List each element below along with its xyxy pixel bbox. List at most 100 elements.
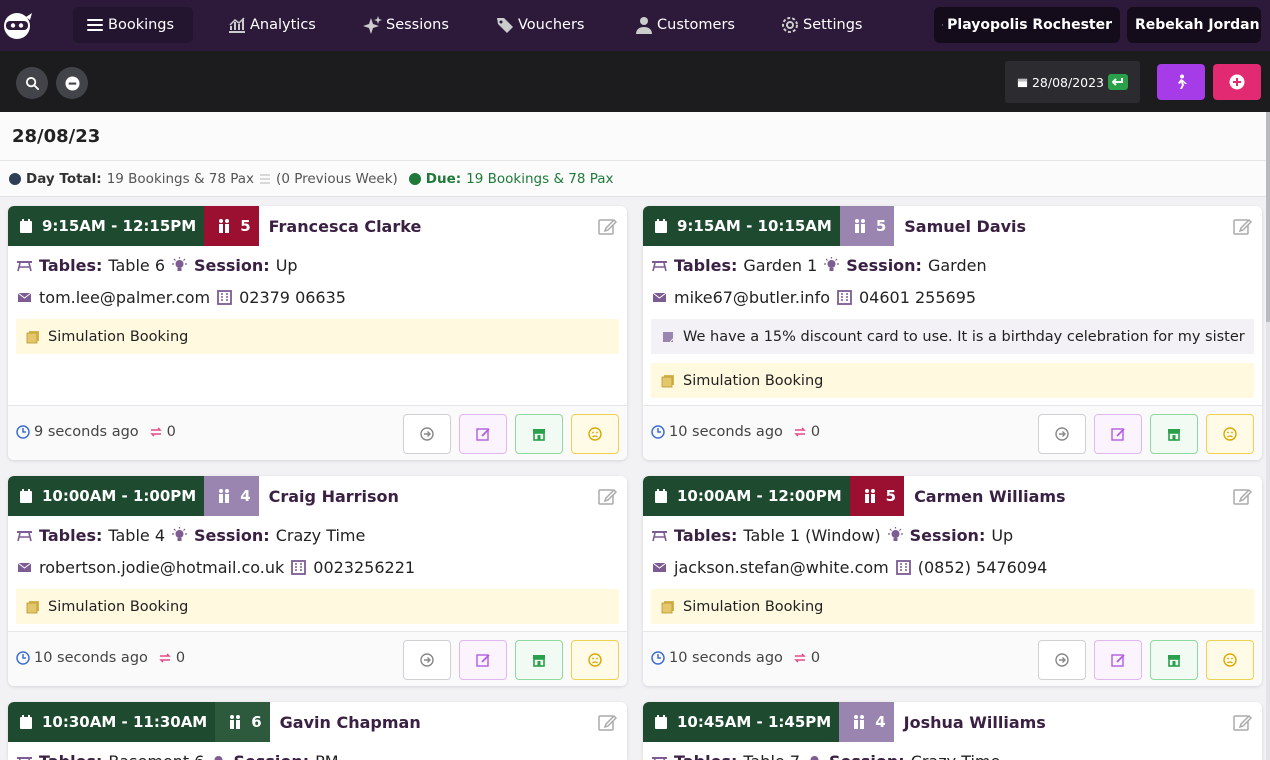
nav-analytics[interactable]: Analytics	[215, 7, 328, 43]
booking-note-text: Simulation Booking	[683, 598, 824, 615]
session-value: Up	[275, 256, 298, 275]
toolbar: 28/08/2023	[0, 51, 1270, 112]
booking-card[interactable]: 9:15AM - 10:15AM 5 Samuel Davis Tables: …	[643, 206, 1262, 460]
store-icon	[533, 655, 545, 667]
edit-icon[interactable]	[597, 216, 617, 236]
session-value: PM	[315, 752, 338, 760]
search-button[interactable]	[16, 67, 48, 99]
scrollbar-thumb[interactable]	[1266, 112, 1270, 322]
tables-label: Tables:	[674, 256, 738, 275]
booking-pax: 6	[215, 702, 270, 742]
venue-selector[interactable]: Playopolis Rochester	[934, 7, 1120, 43]
customer-email[interactable]: jackson.stefan@white.com	[674, 558, 889, 577]
edit-booking-button[interactable]	[459, 414, 507, 454]
customer-phone[interactable]: (0852) 5476094	[918, 558, 1048, 577]
tables-value: Garden 1	[743, 256, 818, 275]
calendar-icon	[655, 219, 667, 233]
nav-bookings-label: Bookings	[108, 17, 175, 33]
booking-card[interactable]: 9:15AM - 12:15PM 5 Francesca Clarke Tabl…	[8, 206, 627, 460]
booking-age: 10 seconds ago 0	[16, 650, 185, 666]
edit-icon[interactable]	[1232, 216, 1252, 236]
booking-card[interactable]: 10:30AM - 11:30AM 6 Gavin Chapman Tables…	[8, 702, 627, 760]
edit-booking-button[interactable]	[1094, 640, 1142, 680]
edit-booking-button[interactable]	[459, 640, 507, 680]
edit-icon[interactable]	[597, 712, 617, 732]
booking-time-text: 10:00AM - 1:00PM	[42, 487, 197, 505]
tables-value: Basement 6	[108, 752, 204, 760]
calendar-icon	[1017, 78, 1028, 87]
booking-note: Simulation Booking	[651, 363, 1254, 398]
booking-card[interactable]: 10:00AM - 1:00PM 4 Craig Harrison Tables…	[8, 476, 627, 686]
date-picker[interactable]: 28/08/2023	[1005, 61, 1140, 103]
nav-sessions[interactable]: Sessions	[351, 7, 461, 43]
due-value: 19 Bookings & 78 Pax	[466, 170, 614, 187]
arrive-button[interactable]	[1038, 640, 1086, 680]
edit-icon[interactable]	[1232, 712, 1252, 732]
repeat-count: 0	[810, 650, 821, 666]
booking-pax-count: 5	[240, 217, 251, 235]
edit-icon[interactable]	[597, 486, 617, 506]
session-value: Crazy Time	[911, 752, 1001, 760]
booking-time: 10:00AM - 12:00PM	[643, 476, 850, 516]
booking-age-text: 10 seconds ago	[34, 650, 148, 666]
edit-booking-button[interactable]	[1094, 414, 1142, 454]
search-icon	[25, 76, 39, 90]
booking-age-text: 10 seconds ago	[669, 424, 783, 440]
customer-phone[interactable]: 0023256221	[313, 558, 415, 577]
nav-bookings[interactable]: Bookings	[73, 7, 193, 43]
booking-header: 9:15AM - 12:15PM 5 Francesca Clarke	[8, 206, 421, 246]
walk-in-button[interactable]	[1157, 64, 1205, 100]
customer-name: Joshua Williams	[903, 712, 1046, 732]
booking-pax: 4	[204, 476, 259, 516]
arrive-button[interactable]	[1038, 414, 1086, 454]
note-icon	[661, 600, 674, 613]
table-assign-button[interactable]	[1150, 640, 1198, 680]
repeat-icon	[794, 653, 806, 663]
table-icon	[17, 261, 32, 272]
mood-button[interactable]	[1206, 414, 1254, 454]
customer-phone[interactable]: 02379 06635	[239, 288, 346, 307]
envelope-icon	[17, 562, 32, 572]
table-assign-button[interactable]	[1150, 414, 1198, 454]
user-menu[interactable]: Rebekah Jordan	[1127, 7, 1261, 43]
booking-tables-row: Tables: Garden 1 Session: Garden	[651, 256, 987, 275]
mood-button[interactable]	[571, 640, 619, 680]
collapse-button[interactable]	[56, 67, 88, 99]
user-name: Rebekah Jordan	[1135, 17, 1260, 33]
add-booking-button[interactable]	[1213, 64, 1261, 100]
mood-button[interactable]	[571, 414, 619, 454]
mood-button[interactable]	[1206, 640, 1254, 680]
booking-card[interactable]: 10:00AM - 12:00PM 5 Carmen Williams Tabl…	[643, 476, 1262, 686]
clock-icon	[16, 425, 30, 439]
nav-customers[interactable]: Customers	[622, 7, 747, 43]
customer-email[interactable]: robertson.jodie@hotmail.co.uk	[39, 558, 284, 577]
lightbulb-icon	[887, 527, 903, 541]
arrive-button[interactable]	[403, 640, 451, 680]
booking-card[interactable]: 10:45AM - 1:45PM 4 Joshua Williams Table…	[643, 702, 1262, 760]
tables-value: Table 4	[108, 526, 165, 545]
nav-settings[interactable]: Settings	[768, 7, 874, 43]
customer-name: Craig Harrison	[268, 486, 399, 506]
app-logo[interactable]	[0, 8, 34, 42]
customer-name: Gavin Chapman	[279, 712, 421, 732]
comment-icon	[663, 331, 674, 342]
table-assign-button[interactable]	[515, 414, 563, 454]
nav-vouchers[interactable]: Vouchers	[483, 7, 596, 43]
customer-phone[interactable]: 04601 255695	[859, 288, 976, 307]
session-value: Garden	[927, 256, 987, 275]
clock-icon	[651, 651, 665, 665]
calendar-icon	[20, 489, 32, 503]
session-label: Session:	[194, 256, 270, 275]
note-icon	[661, 374, 674, 387]
customer-email[interactable]: mike67@butler.info	[674, 288, 830, 307]
arrive-button[interactable]	[403, 414, 451, 454]
calendar-icon	[655, 489, 667, 503]
table-assign-button[interactable]	[515, 640, 563, 680]
edit-icon[interactable]	[1232, 486, 1252, 506]
people-icon	[219, 219, 230, 233]
table-icon	[652, 531, 667, 542]
customer-email[interactable]: tom.lee@palmer.com	[39, 288, 210, 307]
people-icon	[230, 715, 241, 729]
minus-circle-icon	[64, 75, 80, 91]
go-date-button[interactable]	[1108, 74, 1129, 90]
